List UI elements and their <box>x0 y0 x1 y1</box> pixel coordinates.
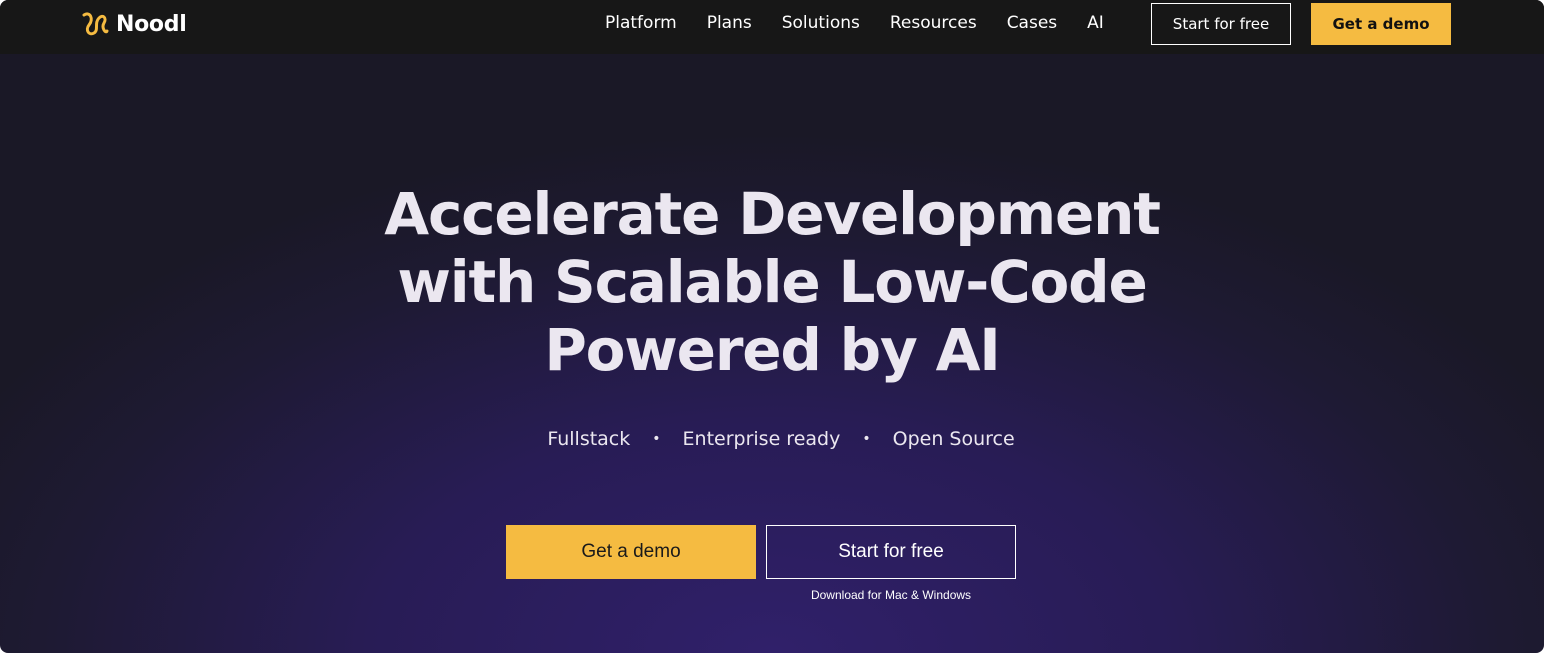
hero-title-line-3: Powered by AI <box>544 316 1001 384</box>
tag-fullstack: Fullstack <box>547 428 631 450</box>
tag-open-source: Open Source <box>892 428 1015 450</box>
noodl-logo-icon <box>82 12 109 36</box>
nav-item-ai[interactable]: AI <box>1087 13 1104 33</box>
nav-item-cases[interactable]: Cases <box>1007 13 1057 33</box>
brand-name: Noodl <box>116 11 187 37</box>
nav-item-resources[interactable]: Resources <box>890 13 977 33</box>
header-get-demo-button[interactable]: Get a demo <box>1311 3 1451 45</box>
main-nav: Platform Plans Solutions Resources Cases… <box>605 0 1104 46</box>
tag-separator: • <box>862 431 871 447</box>
top-nav-bar: Noodl Platform Plans Solutions Resources… <box>0 0 1544 54</box>
hero-start-free-button[interactable]: Start for free <box>766 525 1016 579</box>
page: Noodl Platform Plans Solutions Resources… <box>0 0 1544 653</box>
tag-separator: • <box>652 431 661 447</box>
nav-item-plans[interactable]: Plans <box>707 13 752 33</box>
brand-logo[interactable]: Noodl <box>80 8 187 40</box>
header-start-free-button[interactable]: Start for free <box>1151 3 1291 45</box>
nav-item-solutions[interactable]: Solutions <box>782 13 860 33</box>
hero-title-line-2: with Scalable Low-Code <box>397 248 1147 316</box>
tag-enterprise-ready: Enterprise ready <box>682 428 841 450</box>
hero-title: Accelerate Development with Scalable Low… <box>272 180 1272 384</box>
hero-title-line-1: Accelerate Development <box>384 180 1161 248</box>
download-note: Download for Mac & Windows <box>810 588 972 602</box>
hero-get-demo-button[interactable]: Get a demo <box>506 525 756 579</box>
hero-feature-tags: Fullstack • Enterprise ready • Open Sour… <box>0 428 1544 450</box>
nav-item-platform[interactable]: Platform <box>605 13 677 33</box>
